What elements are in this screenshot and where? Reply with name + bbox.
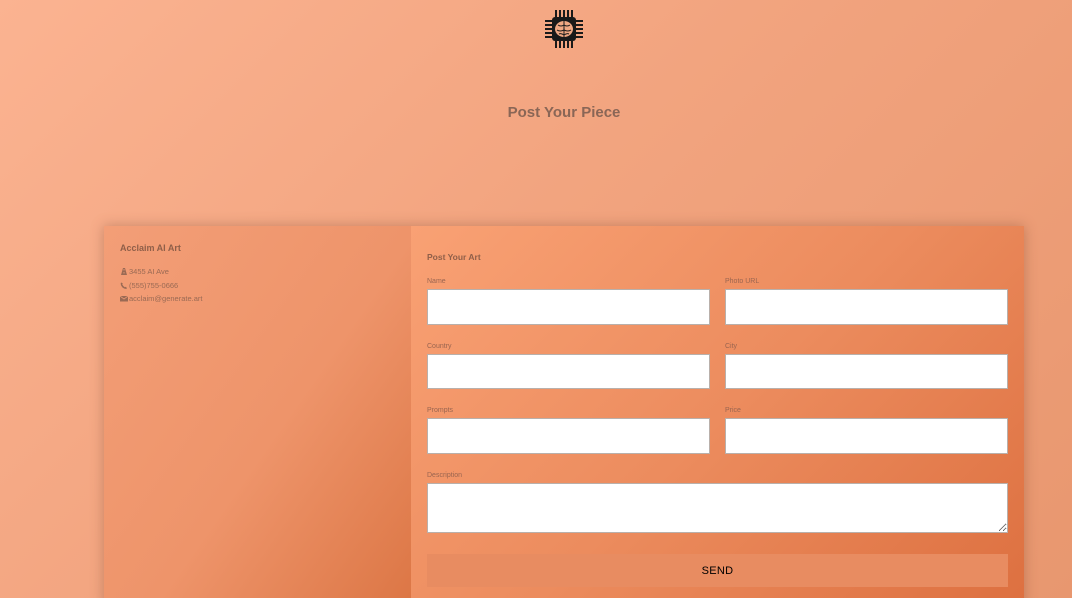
post-art-form: Post Your Art Name Photo URL Country Cit… (411, 226, 1024, 598)
phone-text: (555)755-0666 (129, 281, 179, 290)
company-name: Acclaim AI Art (120, 243, 181, 253)
price-label: Price (725, 407, 741, 414)
envelope-icon (120, 295, 128, 302)
city-label: City (725, 343, 738, 350)
contact-info-panel: Acclaim AI Art 3455 AI Ave (555)755-0666… (104, 226, 411, 598)
description-label: Description (427, 472, 463, 479)
email-text: acclaim@generate.art (129, 294, 203, 303)
phone-line: (555)755-0666 (120, 281, 178, 290)
address-text: 3455 AI Ave (129, 267, 169, 276)
prompts-input[interactable] (427, 418, 710, 454)
send-button[interactable]: SEND (427, 554, 1008, 587)
address-line: 3455 AI Ave (120, 267, 169, 276)
name-input[interactable] (427, 289, 710, 325)
photo-url-label: Photo URL (725, 278, 760, 285)
price-input[interactable] (725, 418, 1008, 454)
email-line: acclaim@generate.art (120, 294, 202, 303)
phone-icon (120, 282, 127, 289)
name-label: Name (427, 278, 446, 285)
brain-chip-icon (545, 10, 583, 48)
road-icon (121, 268, 127, 275)
country-input[interactable] (427, 354, 710, 389)
form-title: Post Your Art (427, 252, 481, 262)
page-title: Post Your Piece (507, 104, 621, 121)
prompts-label: Prompts (427, 407, 454, 414)
city-input[interactable] (725, 354, 1008, 389)
country-label: Country (427, 343, 452, 350)
photo-url-input[interactable] (725, 289, 1008, 325)
description-textarea[interactable] (427, 483, 1008, 533)
post-art-card: Acclaim AI Art 3455 AI Ave (555)755-0666… (104, 226, 1024, 598)
